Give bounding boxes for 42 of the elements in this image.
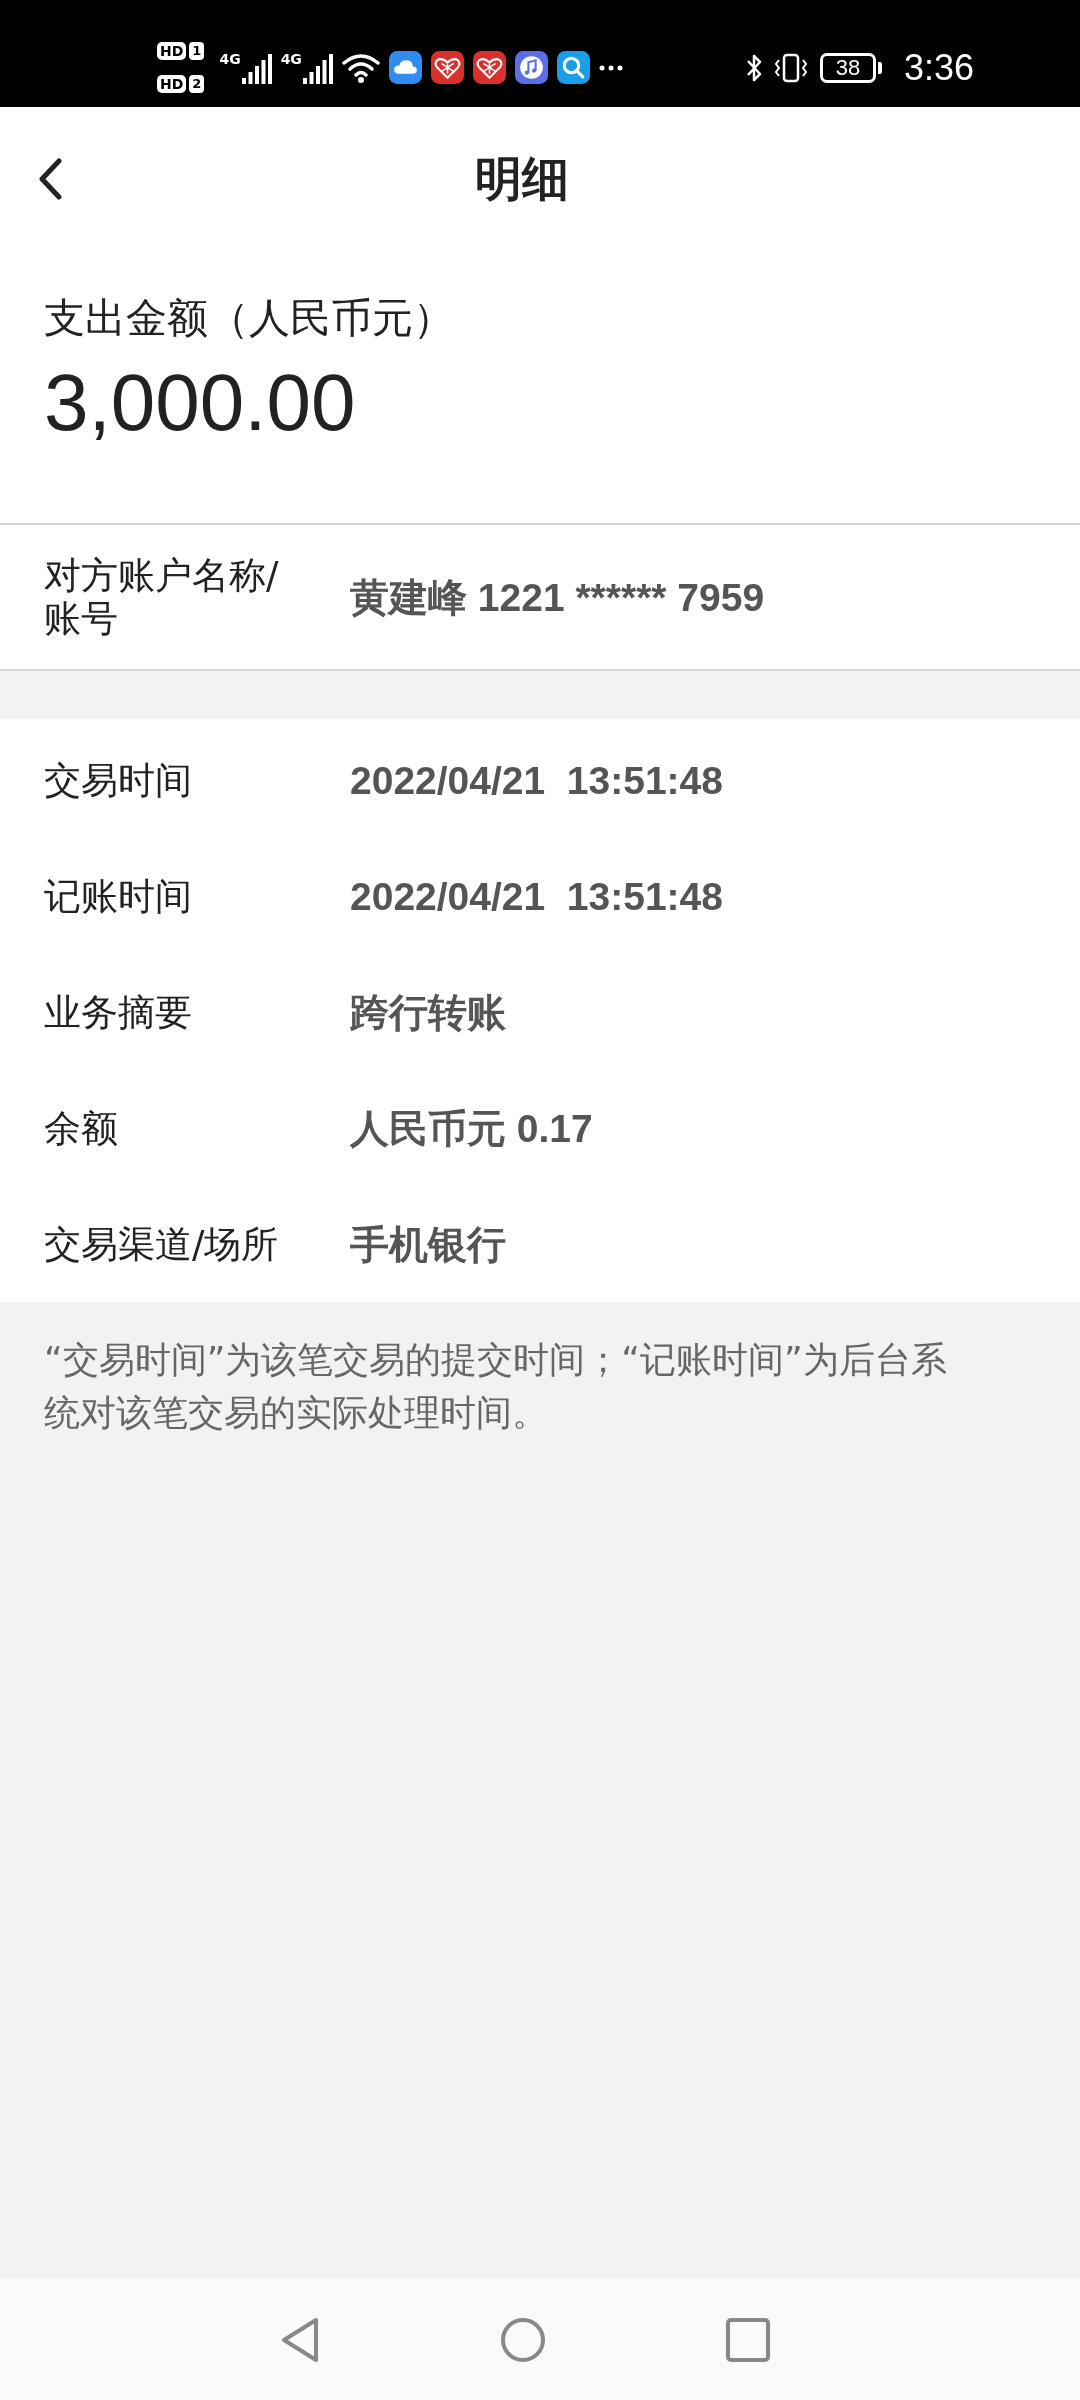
back-nav-button[interactable]	[280, 2316, 320, 2363]
triangle-back-icon	[280, 2316, 320, 2363]
field-value: 2022/04/21 13:51:48	[350, 873, 723, 919]
wifi-icon	[341, 52, 380, 83]
music-app-icon	[514, 51, 548, 84]
sim-badge: HD	[157, 75, 187, 93]
bluetooth-icon	[745, 52, 762, 83]
status-time: 3:36	[903, 47, 974, 88]
circle-home-icon	[500, 2316, 546, 2363]
field-label: 余额	[44, 1106, 118, 1150]
signal-icon	[302, 53, 333, 84]
field-label: 业务摘要	[44, 990, 192, 1034]
vibrate-icon	[773, 52, 808, 83]
field-label: 对方账户名称/账号	[44, 554, 280, 640]
search-app-icon	[556, 51, 590, 84]
field-value: 黄建峰 1221 ****** 7959	[350, 574, 765, 620]
recents-nav-button[interactable]	[726, 2317, 770, 2362]
signal-icon	[241, 53, 272, 84]
field-value: 跨行转账	[350, 989, 506, 1035]
network-type-label: 4G	[219, 51, 241, 66]
sim-slot-number: 2	[189, 75, 205, 93]
more-icon	[598, 64, 623, 71]
network-type-label: 4G	[280, 51, 302, 66]
field-label: 交易渠道/场所	[44, 1222, 279, 1266]
heart-app-icon	[472, 51, 506, 84]
battery-indicator: 38	[819, 52, 882, 83]
cloud-app-icon	[388, 51, 422, 84]
heart-app-icon	[430, 51, 464, 84]
field-value: 手机银行	[350, 1221, 506, 1267]
amount-value: 3,000.00	[44, 357, 356, 449]
sim-badge: HD	[157, 42, 187, 60]
sim-slot-number: 1	[189, 42, 205, 60]
note-text: “交易时间”为该笔交易的提交时间；“记账时间”为后台系统对该笔交易的实际处理时间。	[44, 1338, 948, 1435]
field-label: 交易时间	[44, 758, 192, 802]
field-label: 记账时间	[44, 874, 192, 918]
back-icon	[38, 158, 62, 200]
home-nav-button[interactable]	[500, 2316, 546, 2363]
page-title: 明细	[475, 151, 569, 207]
amount-label: 支出金额（人民币元）	[44, 293, 454, 344]
field-value: 2022/04/21 13:51:48	[350, 757, 723, 803]
square-recents-icon	[726, 2317, 770, 2362]
field-value: 人民币元 0.17	[350, 1105, 593, 1151]
